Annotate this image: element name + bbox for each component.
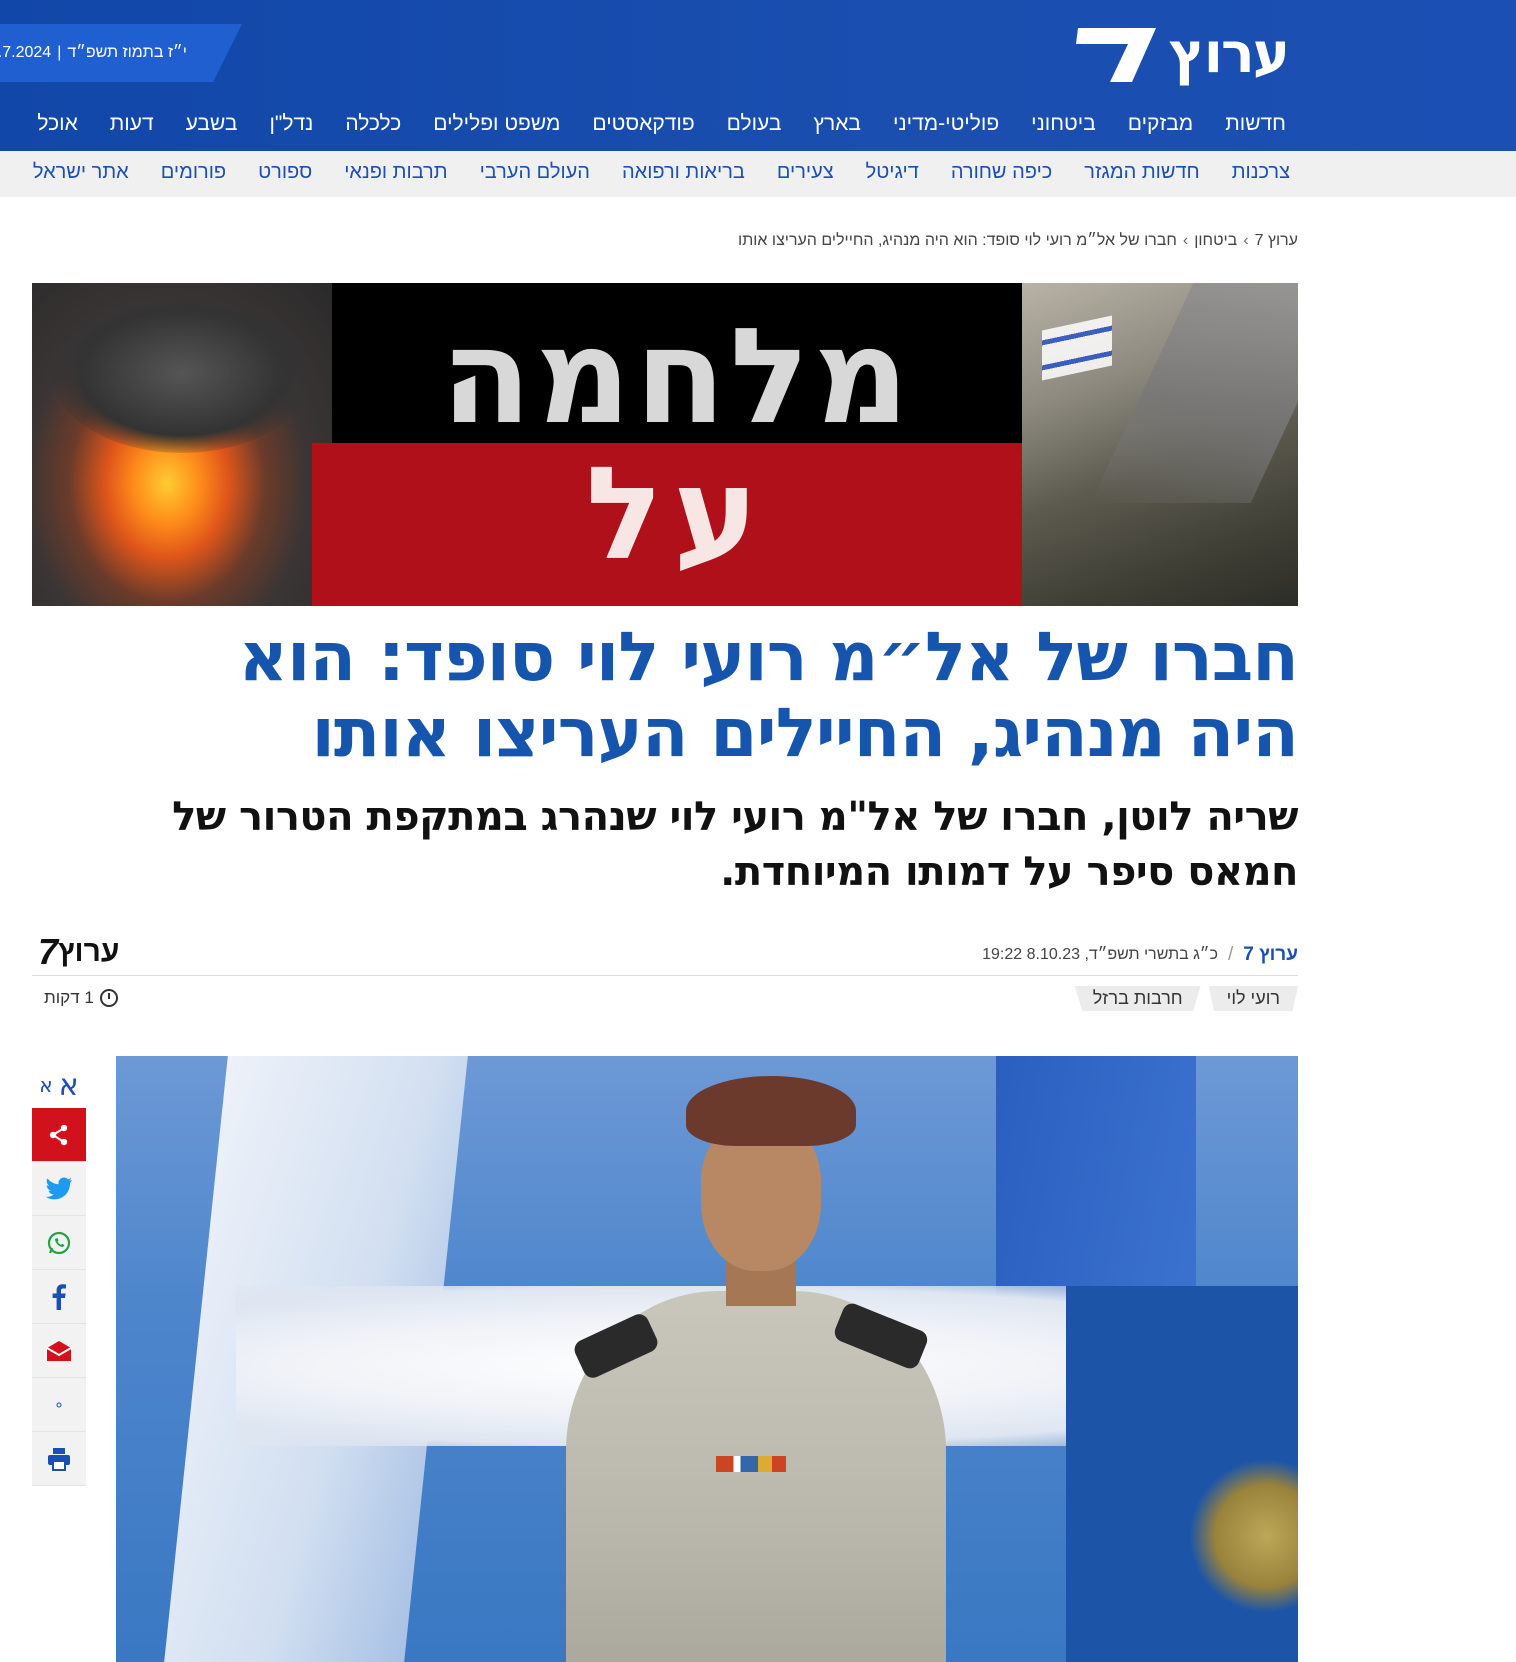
- whatsapp-icon: [47, 1231, 71, 1254]
- tag-roy-levy[interactable]: רועי לוי: [1208, 986, 1298, 1011]
- whatsapp-share-button[interactable]: [32, 1216, 86, 1270]
- twitter-icon: [46, 1177, 72, 1199]
- tag-iron-swords[interactable]: חרבות ברזל: [1074, 986, 1201, 1011]
- facebook-icon: [52, 1283, 66, 1310]
- breadcrumb-current: חברו של אל״מ רועי לוי סופד: הוא היה מנהי…: [738, 232, 1177, 249]
- subnav-item-arab-world[interactable]: העולם הערבי: [464, 161, 606, 184]
- nav-item-opinions[interactable]: דעות: [94, 112, 170, 136]
- print-button[interactable]: [32, 1432, 86, 1486]
- subnav-item-youth[interactable]: צעירים: [761, 161, 850, 184]
- nav-item-news[interactable]: חדשות: [1209, 112, 1286, 136]
- breadcrumb-separator: ›: [1243, 232, 1249, 249]
- twitter-share-button[interactable]: [32, 1162, 86, 1216]
- banner-explosion-image: [32, 283, 332, 606]
- main-nav: חדשות מבזקים ביטחוני פוליטי-מדיני בארץ ב…: [21, 112, 1286, 136]
- subnav-item-kipa[interactable]: כיפה שחורה: [935, 161, 1068, 184]
- share-sidebar: א א: [32, 1062, 86, 1486]
- subnav-item-sport[interactable]: ספורט: [242, 161, 328, 184]
- more-share-button[interactable]: [32, 1378, 86, 1432]
- nav-item-besheva[interactable]: בשבע: [170, 112, 254, 136]
- nav-item-world[interactable]: בעולם: [711, 112, 798, 136]
- article-subheadline: שריה לוטן, חברו של אל"מ רועי לוי שנהרג ב…: [172, 794, 1298, 895]
- email-share-button[interactable]: [32, 1324, 86, 1378]
- nav-item-food[interactable]: אוכל: [21, 112, 93, 136]
- print-icon: [48, 1447, 70, 1471]
- breadcrumb-separator: ›: [1182, 232, 1189, 249]
- subnav-item-sector[interactable]: חדשות המגזר: [1068, 161, 1215, 184]
- source-logo-word: ערוץ: [58, 935, 120, 968]
- subnav-item-health[interactable]: בריאות ורפואה: [606, 161, 761, 184]
- subnav-item-consumer[interactable]: צרכנות: [1216, 161, 1290, 184]
- sub-nav: צרכנות חדשות המגזר כיפה שחורה דיגיטל צעי…: [0, 151, 1516, 197]
- font-decrease-button[interactable]: א: [39, 1073, 52, 1097]
- nav-item-flashes[interactable]: מבזקים: [1112, 112, 1209, 136]
- nav-item-law[interactable]: משפט ופלילים: [417, 112, 576, 136]
- share-icon: [49, 1124, 68, 1145]
- date-gregorian: 23.7.2024: [0, 44, 52, 61]
- logo-word: ערוץ: [1168, 21, 1290, 86]
- source-logo-seven: 7: [38, 931, 59, 972]
- subnav-item-israel-site[interactable]: אתר ישראל: [17, 161, 145, 184]
- nav-item-israel[interactable]: בארץ: [797, 112, 877, 136]
- read-time: 1 דקות: [44, 988, 118, 1008]
- font-size-control: א א: [32, 1062, 86, 1108]
- read-time-label: 1 דקות: [44, 988, 94, 1007]
- breadcrumb-security[interactable]: ביטחון: [1194, 232, 1237, 250]
- author-link[interactable]: ערוץ 7: [1243, 944, 1298, 966]
- clock-icon: [99, 989, 118, 1007]
- facebook-share-button[interactable]: [32, 1270, 86, 1324]
- publish-date: כ״ג בתשרי תשפ״ד, 8.10.23 19:22: [982, 946, 1218, 963]
- nav-item-economy[interactable]: כלכלה: [329, 112, 417, 136]
- nav-item-realestate[interactable]: נדל"ן: [253, 112, 329, 136]
- soldier-figure: [536, 1076, 956, 1662]
- subnav-item-forums[interactable]: פורומים: [145, 161, 242, 184]
- site-logo[interactable]: ערוץ: [1076, 21, 1290, 86]
- article-headline: חברו של אל״מ רועי לוי סופד: הוא היה מנהי…: [238, 618, 1299, 773]
- banner-title-line2: על הבית: [511, 440, 832, 607]
- breadcrumb: ערוץ 7 › ביטחון › חברו של אל״מ רועי לוי …: [738, 232, 1298, 250]
- subnav-item-culture[interactable]: תרבות ופנאי: [328, 161, 463, 184]
- email-icon: [46, 1340, 72, 1361]
- article-meta: ערוץ 7 / כ״ג בתשרי תשפ״ד, 8.10.23 19:22 …: [32, 928, 1298, 976]
- subnav-item-digital[interactable]: דיגיטל: [850, 161, 935, 184]
- banner-title-line1: מלחמה: [440, 300, 914, 454]
- seven-logo-icon: [1076, 28, 1156, 82]
- meta-separator: /: [1227, 944, 1234, 965]
- banner-soldiers-image: [1022, 283, 1298, 606]
- nav-item-security[interactable]: ביטחוני: [1015, 112, 1112, 136]
- war-banner[interactable]: מלחמה על הבית: [32, 283, 1298, 606]
- article-main-photo[interactable]: [116, 1056, 1298, 1662]
- source-logo: ערוץ 7: [38, 932, 121, 972]
- date-hebrew: י״ז בתמוז תשפ״ד: [67, 44, 187, 61]
- breadcrumb-home[interactable]: ערוץ 7: [1255, 232, 1298, 250]
- share-button[interactable]: [32, 1108, 86, 1162]
- site-header: י״ז בתמוז תשפ״ד | 23.7.2024 ערוץ חדשות מ…: [0, 0, 1516, 151]
- dot-icon: [56, 1402, 62, 1407]
- tags-row: רועי לוי חרבות ברזל 1 דקות: [32, 986, 1298, 1016]
- nav-item-podcasts[interactable]: פודקאסטים: [576, 112, 710, 136]
- nav-item-politics[interactable]: פוליטי-מדיני: [877, 112, 1015, 136]
- date-separator: |: [57, 44, 62, 61]
- date-display: י״ז בתמוז תשפ״ד | 23.7.2024: [0, 24, 242, 82]
- font-increase-button[interactable]: א: [59, 1068, 79, 1103]
